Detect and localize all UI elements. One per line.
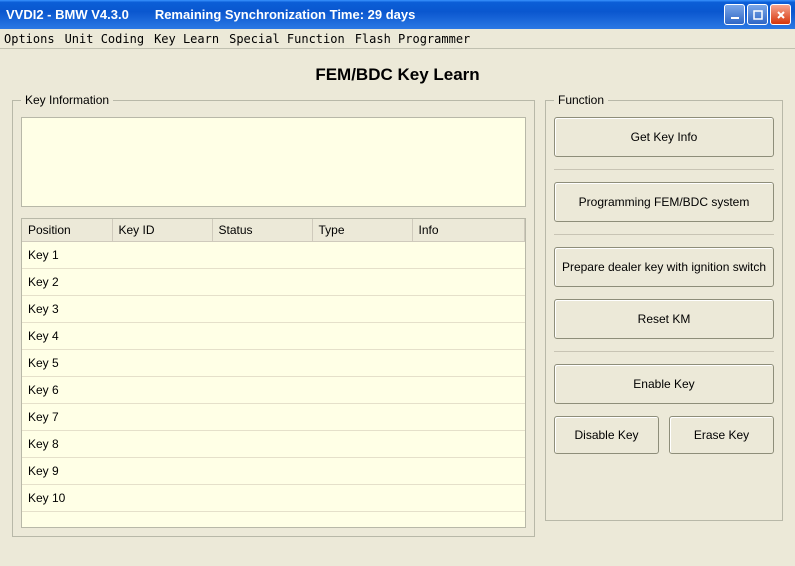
table-row[interactable]: Key 10 (22, 485, 525, 512)
table-row[interactable]: Key 8 (22, 431, 525, 458)
maximize-icon (752, 9, 764, 21)
cell-type (312, 377, 412, 404)
cell-position: Key 3 (22, 296, 112, 323)
cell-status (212, 296, 312, 323)
menubar: Options Unit Coding Key Learn Special Fu… (0, 29, 795, 49)
key-information-group: Key Information Position Key ID Status T… (12, 93, 535, 537)
cell-type (312, 296, 412, 323)
menu-key-learn[interactable]: Key Learn (154, 32, 219, 46)
cell-info (412, 269, 525, 296)
cell-key_id (112, 458, 212, 485)
cell-key_id (112, 485, 212, 512)
programming-button[interactable]: Programming FEM/BDC system (554, 182, 774, 222)
menu-flash-programmer[interactable]: Flash Programmer (355, 32, 471, 46)
table-row[interactable]: Key 2 (22, 269, 525, 296)
enable-key-button[interactable]: Enable Key (554, 364, 774, 404)
table-row[interactable]: Key 9 (22, 458, 525, 485)
cell-key_id (112, 350, 212, 377)
close-icon (775, 9, 787, 21)
cell-type (312, 323, 412, 350)
table-row[interactable]: Key 7 (22, 404, 525, 431)
window-title: VVDI2 - BMW V4.3.0 (6, 7, 129, 22)
cell-info (412, 404, 525, 431)
cell-key_id (112, 296, 212, 323)
cell-key_id (112, 242, 212, 269)
disable-key-button[interactable]: Disable Key (554, 416, 659, 454)
table-row[interactable]: Key 4 (22, 323, 525, 350)
table-row[interactable]: Key 3 (22, 296, 525, 323)
menu-options[interactable]: Options (4, 32, 55, 46)
cell-type (312, 350, 412, 377)
cell-key_id (112, 431, 212, 458)
key-information-legend: Key Information (21, 93, 113, 107)
col-status[interactable]: Status (212, 219, 312, 242)
page-title: FEM/BDC Key Learn (12, 65, 783, 85)
separator (554, 234, 774, 235)
cell-position: Key 8 (22, 431, 112, 458)
key-table[interactable]: Position Key ID Status Type Info Key 1Ke… (21, 218, 526, 528)
prepare-dealer-key-button[interactable]: Prepare dealer key with ignition switch (554, 247, 774, 287)
cell-status (212, 377, 312, 404)
table-row[interactable]: Key 5 (22, 350, 525, 377)
titlebar: VVDI2 - BMW V4.3.0 Remaining Synchroniza… (0, 0, 795, 29)
col-type[interactable]: Type (312, 219, 412, 242)
cell-type (312, 404, 412, 431)
cell-type (312, 458, 412, 485)
minimize-button[interactable] (724, 4, 745, 25)
cell-type (312, 431, 412, 458)
get-key-info-button[interactable]: Get Key Info (554, 117, 774, 157)
cell-status (212, 431, 312, 458)
cell-info (412, 431, 525, 458)
minimize-icon (729, 9, 741, 21)
cell-key_id (112, 323, 212, 350)
cell-position: Key 4 (22, 323, 112, 350)
table-row[interactable]: Key 1 (22, 242, 525, 269)
cell-info (412, 323, 525, 350)
cell-status (212, 458, 312, 485)
cell-position: Key 1 (22, 242, 112, 269)
cell-status (212, 485, 312, 512)
cell-key_id (112, 377, 212, 404)
col-info[interactable]: Info (412, 219, 525, 242)
cell-type (312, 269, 412, 296)
separator (554, 351, 774, 352)
cell-position: Key 5 (22, 350, 112, 377)
erase-key-button[interactable]: Erase Key (669, 416, 774, 454)
function-group: Function Get Key Info Programming FEM/BD… (545, 93, 783, 521)
cell-status (212, 269, 312, 296)
cell-info (412, 377, 525, 404)
cell-status (212, 350, 312, 377)
table-header-row: Position Key ID Status Type Info (22, 219, 525, 242)
separator (554, 169, 774, 170)
cell-info (412, 242, 525, 269)
col-position[interactable]: Position (22, 219, 112, 242)
close-button[interactable] (770, 4, 791, 25)
cell-key_id (112, 269, 212, 296)
reset-km-button[interactable]: Reset KM (554, 299, 774, 339)
cell-position: Key 10 (22, 485, 112, 512)
function-legend: Function (554, 93, 608, 107)
cell-info (412, 296, 525, 323)
cell-info (412, 350, 525, 377)
maximize-button[interactable] (747, 4, 768, 25)
cell-status (212, 404, 312, 431)
menu-unit-coding[interactable]: Unit Coding (65, 32, 144, 46)
cell-status (212, 323, 312, 350)
cell-info (412, 458, 525, 485)
cell-type (312, 242, 412, 269)
window-subtitle: Remaining Synchronization Time: 29 days (155, 7, 416, 22)
cell-type (312, 485, 412, 512)
col-key-id[interactable]: Key ID (112, 219, 212, 242)
cell-info (412, 485, 525, 512)
cell-position: Key 9 (22, 458, 112, 485)
cell-position: Key 7 (22, 404, 112, 431)
cell-position: Key 6 (22, 377, 112, 404)
cell-position: Key 2 (22, 269, 112, 296)
menu-special-function[interactable]: Special Function (229, 32, 345, 46)
cell-key_id (112, 404, 212, 431)
cell-status (212, 242, 312, 269)
key-information-text[interactable] (21, 117, 526, 207)
table-row[interactable]: Key 6 (22, 377, 525, 404)
